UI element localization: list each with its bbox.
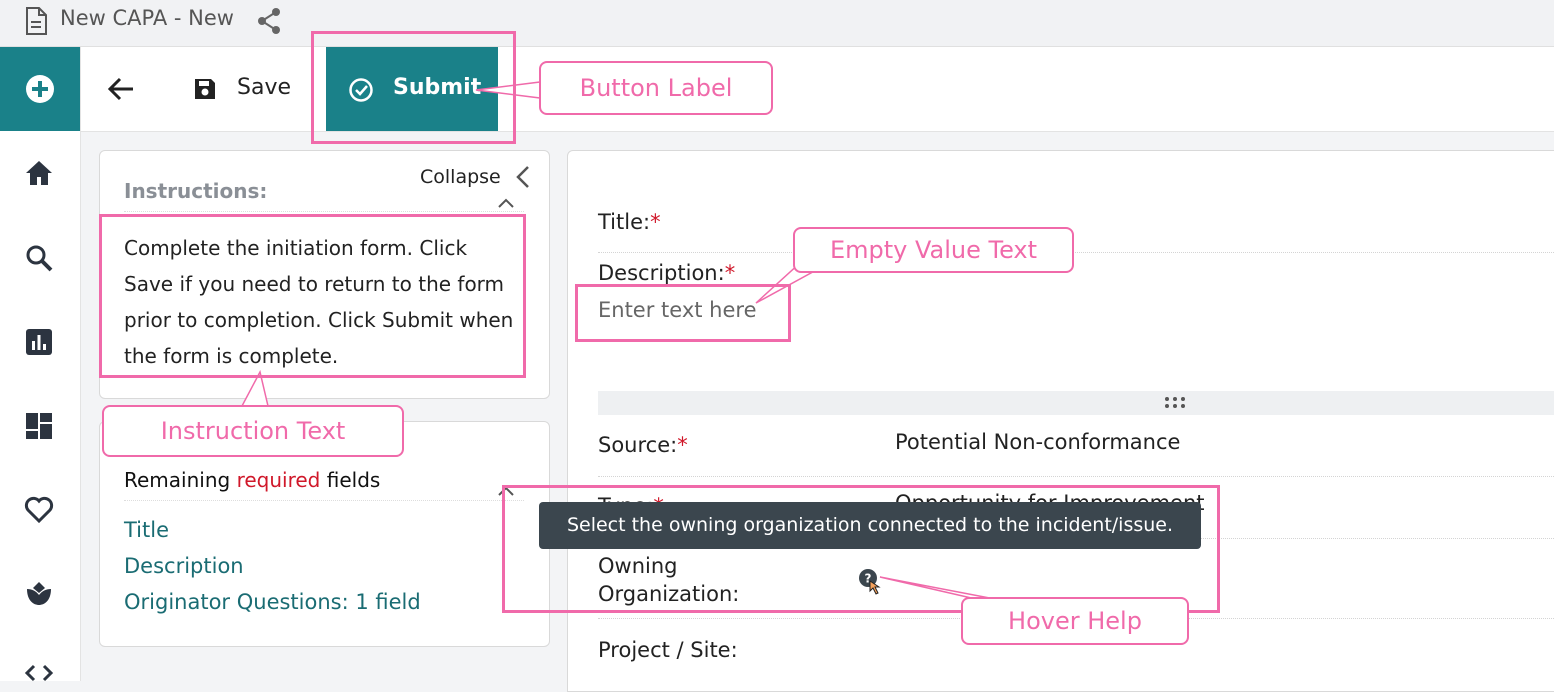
required-fields-heading: Remaining required fields [124,468,381,492]
left-rail [0,47,81,683]
code-icon[interactable] [24,663,54,683]
home-icon[interactable] [24,159,54,187]
button-label-callout: Button Label [539,61,773,115]
window-title: New CAPA - New [60,6,234,30]
save-icon [195,79,215,99]
drag-handle-icon[interactable] [1164,396,1186,410]
chevron-left-icon[interactable] [514,164,532,190]
chevron-up-icon[interactable] [496,196,516,210]
dashboard-icon[interactable] [24,411,54,441]
add-button[interactable] [0,47,80,131]
chart-icon[interactable] [24,327,54,357]
title-input[interactable] [660,200,1540,246]
section-divider[interactable] [598,391,1554,415]
save-label: Save [237,75,292,100]
hover-help-callout: Hover Help [961,597,1189,645]
required-field-link-description[interactable]: Description [124,554,244,578]
empty-value-text-callout: Empty Value Text [793,227,1074,273]
empty-value-highlight [575,284,791,342]
share-icon[interactable] [256,7,282,35]
required-field-link-title[interactable]: Title [124,518,169,542]
add-icon [26,75,54,103]
title-bar: New CAPA - New [0,0,1554,47]
back-arrow-icon[interactable] [107,76,135,102]
source-field-label: Source:* [598,433,688,457]
instruction-highlight [99,214,526,378]
project-site-label: Project / Site: [598,638,738,662]
search-icon[interactable] [24,243,54,273]
title-field-label: Title:* [598,210,661,234]
button-highlight [311,31,516,144]
description-field-label: Description:* [598,261,736,285]
hover-help-highlight [502,485,1220,613]
instructions-heading: Instructions: [124,179,268,203]
collapse-button[interactable]: Collapse [420,166,501,188]
document-icon [26,7,47,35]
heart-icon[interactable] [24,495,54,523]
required-keyword: required [236,468,321,492]
source-value[interactable]: Potential Non-conformance [895,430,1180,454]
required-field-link-originator-questions[interactable]: Originator Questions: 1 field [124,590,421,614]
instruction-text-callout: Instruction Text [102,405,404,457]
tulip-icon[interactable] [24,579,54,609]
save-button[interactable]: Save [193,75,303,105]
